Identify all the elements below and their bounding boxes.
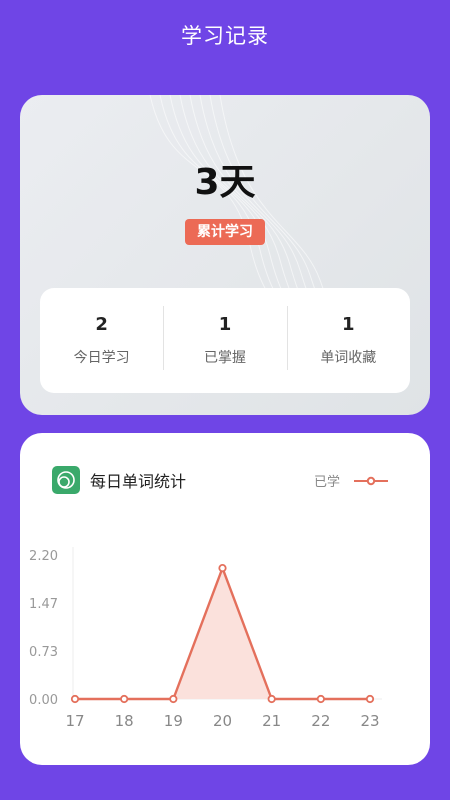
data-point bbox=[120, 694, 129, 704]
cumulative-badge: 累计学习 bbox=[185, 219, 265, 245]
data-point bbox=[316, 694, 325, 704]
page-title: 学习记录 bbox=[181, 24, 269, 48]
daily-words-chart: 0.00 0.73 1.47 2.20 17 18 19 20 21 22 23 bbox=[29, 547, 382, 730]
x-tick-label: 22 bbox=[311, 712, 330, 730]
data-point bbox=[218, 563, 227, 573]
x-tick-label: 19 bbox=[164, 712, 183, 730]
x-tick-label: 20 bbox=[213, 712, 232, 730]
stat-value: 1 bbox=[342, 314, 355, 335]
data-point bbox=[169, 694, 178, 704]
stat-today: 2 今日学习 bbox=[40, 314, 163, 367]
stat-favorites: 1 单词收藏 bbox=[286, 306, 410, 370]
y-tick-label: 0.73 bbox=[29, 645, 58, 660]
chart-card: 每日单词统计 已学 0.00 0.73 1.47 2.20 17 18 19 20 21 22 23 bbox=[20, 433, 430, 765]
x-tick-label: 21 bbox=[262, 712, 281, 730]
total-days: 3天 bbox=[194, 162, 256, 203]
stats-panel: 2 今日学习 1 已掌握 1 单词收藏 bbox=[40, 288, 410, 393]
y-tick-label: 2.20 bbox=[29, 549, 58, 564]
stat-value: 1 bbox=[218, 314, 232, 335]
x-tick-label: 17 bbox=[65, 712, 84, 730]
stat-label: 今日学习 bbox=[73, 350, 130, 366]
data-point bbox=[70, 694, 80, 704]
data-point bbox=[267, 694, 276, 704]
stat-label: 单词收藏 bbox=[320, 350, 377, 366]
summary-card: 3天 累计学习 2 今日学习 1 已掌握 1 单词收藏 bbox=[20, 95, 430, 415]
series-area bbox=[75, 568, 370, 699]
stat-mastered: 1 已掌握 bbox=[163, 306, 286, 370]
stat-label: 已掌握 bbox=[203, 350, 246, 366]
data-point bbox=[365, 694, 375, 704]
stat-value: 2 bbox=[95, 314, 108, 335]
x-tick-label: 18 bbox=[115, 712, 134, 730]
y-tick-label: 1.47 bbox=[29, 597, 58, 612]
y-tick-label: 0.00 bbox=[29, 693, 58, 708]
x-tick-label: 23 bbox=[360, 712, 379, 730]
